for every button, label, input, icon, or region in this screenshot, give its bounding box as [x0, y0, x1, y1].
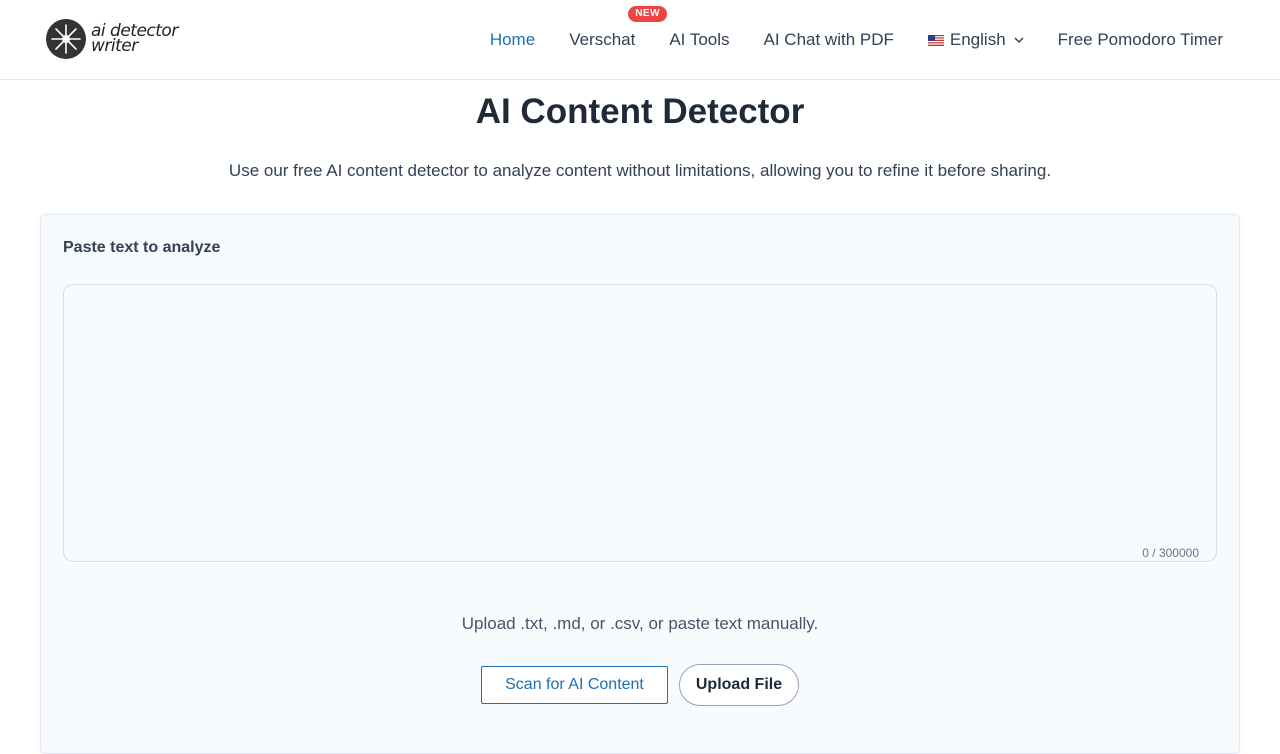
logo-wordmark: ai detector writer [91, 23, 178, 56]
site-logo[interactable]: ai detector writer [45, 17, 178, 61]
upload-file-button[interactable]: Upload File [679, 664, 799, 706]
text-input-area[interactable] [63, 284, 1217, 562]
nav-ai-tools[interactable]: AI Tools [669, 30, 729, 50]
nav-pomodoro-timer[interactable]: Free Pomodoro Timer [1058, 30, 1223, 50]
language-selector[interactable]: English [927, 30, 1024, 50]
page-title: AI Content Detector [475, 92, 805, 131]
language-label: English [949, 30, 1006, 49]
page-subtitle: Use our free AI content detector to anal… [228, 161, 1052, 180]
analyzer-card: Paste text to analyze 0 / 300000 Upload … [40, 214, 1240, 754]
us-flag-icon [927, 34, 944, 46]
logo-star-icon [46, 19, 86, 59]
logo-text-line2: writer [91, 36, 138, 56]
upload-hint: Upload .txt, .md, or .csv, or paste text… [461, 614, 819, 633]
chevron-down-icon [1014, 37, 1024, 43]
new-badge: NEW [628, 6, 668, 22]
nav-verschat-label: Verschat [569, 30, 636, 49]
site-header: ai detector writer Home Verschat NEW AI … [0, 0, 1280, 80]
nav-ai-chat-with-pdf[interactable]: AI Chat with PDF [764, 30, 894, 50]
nav-verschat[interactable]: Verschat NEW [569, 6, 668, 50]
nav-home[interactable]: Home [490, 30, 535, 50]
scan-button[interactable]: Scan for AI Content [481, 666, 668, 704]
textarea-label: Paste text to analyze [63, 239, 221, 256]
character-counter: 0 / 300000 [1140, 546, 1201, 560]
main-nav: Home Verschat NEW AI Tools AI Chat with … [490, 0, 1223, 80]
